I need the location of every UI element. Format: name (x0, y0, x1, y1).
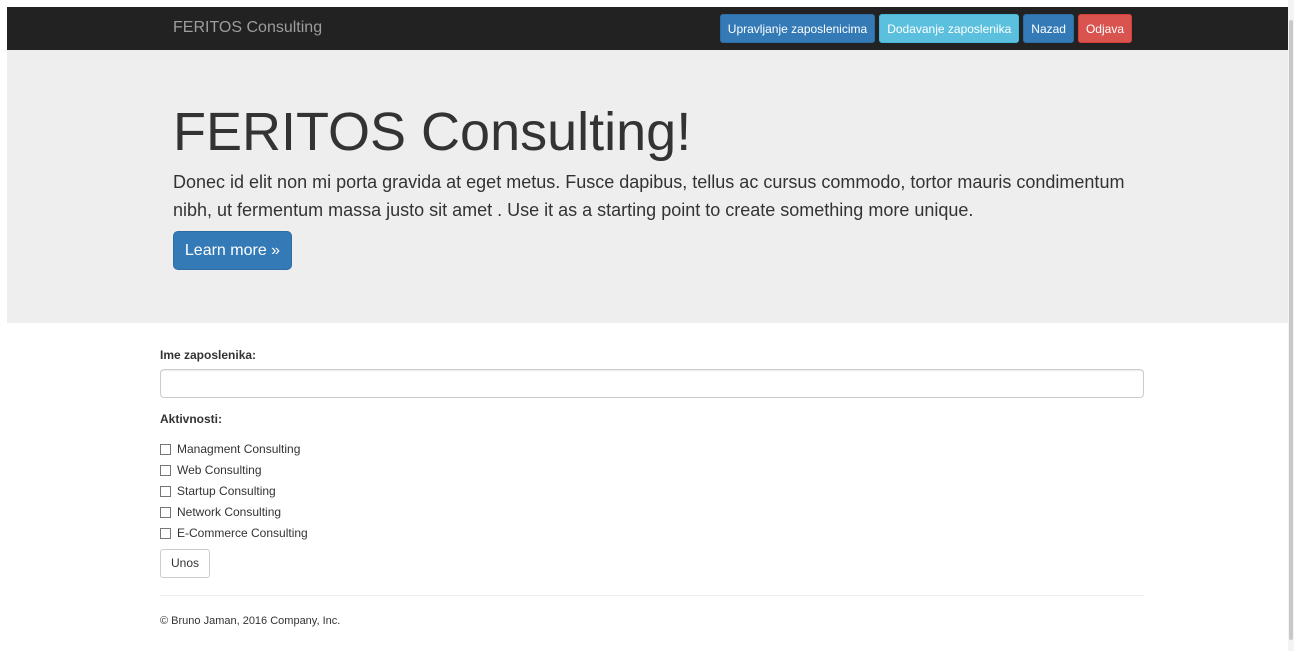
manage-employees-button[interactable]: Upravljanje zaposlenicima (719, 14, 876, 43)
navbar-brand[interactable]: FERITOS Consulting (173, 19, 322, 37)
jumbotron-text: Donec id elit non mi porta gravida at eg… (173, 172, 1125, 220)
activity-label: Managment Consulting (177, 442, 301, 456)
activity-checkbox-web-consulting[interactable]: Web Consulting (160, 462, 262, 478)
footer-divider (160, 595, 1144, 596)
activity-checkbox-ecommerce-consulting[interactable]: E-Commerce Consulting (160, 525, 308, 541)
add-employee-button[interactable]: Dodavanje zaposlenika (879, 14, 1020, 43)
activity-checkbox-network-consulting[interactable]: Network Consulting (160, 504, 281, 520)
vertical-scrollbar[interactable] (1288, 0, 1294, 651)
checkbox[interactable] (160, 506, 171, 518)
employee-name-label: Ime zaposlenika: (160, 348, 257, 362)
footer-copyright: © Bruno Jaman, 2016 Company, Inc. (160, 615, 341, 627)
activity-label: Network Consulting (177, 505, 282, 519)
scrollbar-thumb[interactable] (1289, 20, 1293, 640)
navbar-buttons: Upravljanje zaposlenicima Dodavanje zapo… (719, 14, 1132, 43)
logout-button[interactable]: Odjava (1077, 14, 1132, 43)
employee-name-input[interactable] (160, 369, 1144, 398)
submit-button[interactable]: Unos (160, 549, 210, 578)
activity-label: Web Consulting (177, 463, 262, 477)
jumbotron: FERITOS Consulting! Donec id elit non mi… (7, 50, 1288, 323)
activities-label: Aktivnosti: (160, 412, 223, 426)
checkbox[interactable] (160, 485, 171, 497)
page: FERITOS Consulting Upravljanje zaposleni… (0, 0, 1294, 651)
checkbox[interactable] (160, 464, 171, 476)
back-button[interactable]: Nazad (1023, 14, 1074, 43)
top-navbar: FERITOS Consulting Upravljanje zaposleni… (7, 7, 1288, 50)
activity-label: Startup Consulting (177, 484, 276, 498)
checkbox[interactable] (160, 527, 171, 539)
learn-more-button[interactable]: Learn more » (173, 231, 292, 270)
checkbox[interactable] (160, 443, 171, 455)
activity-checkbox-startup-consulting[interactable]: Startup Consulting (160, 483, 276, 499)
activity-checkbox-managment-consulting[interactable]: Managment Consulting (160, 441, 300, 457)
activity-label: E-Commerce Consulting (177, 526, 308, 540)
jumbotron-title: FERITOS Consulting! (173, 102, 692, 162)
